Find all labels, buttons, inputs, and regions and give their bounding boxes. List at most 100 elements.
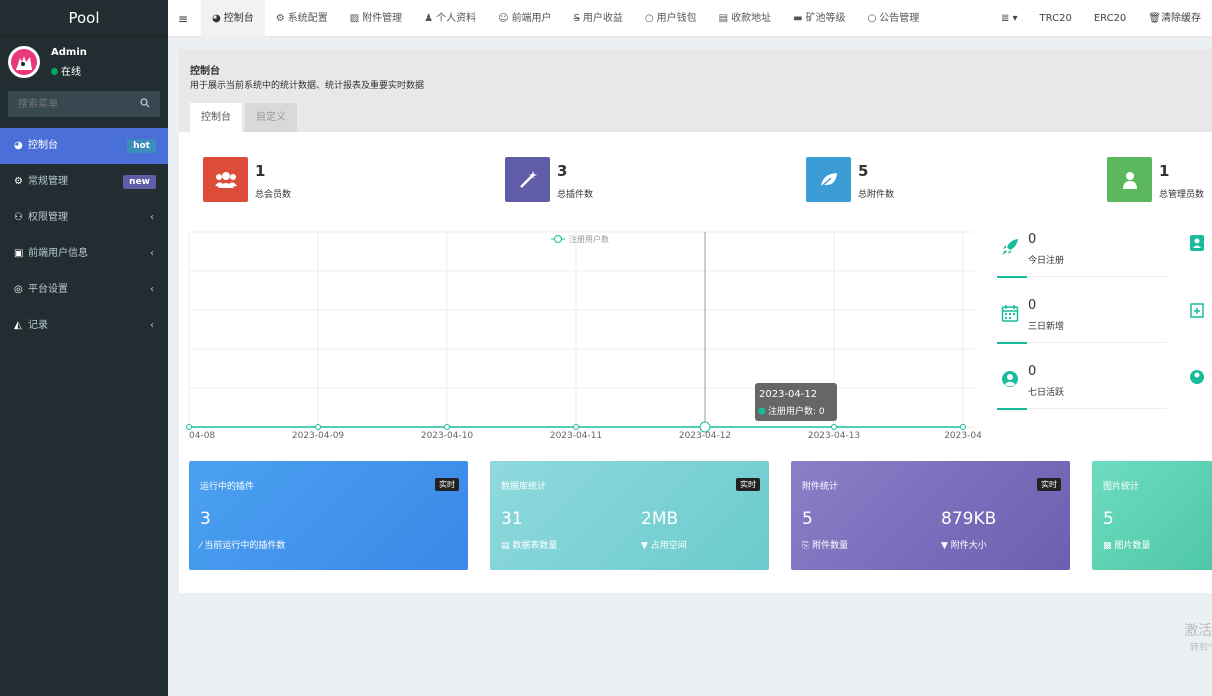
sidebar-item-label: 前端用户信息 (28, 248, 88, 259)
card-running-plugins: 运行中的插件 实时 3 ⁄ 当前运行中的插件数 (189, 461, 468, 570)
x-tick-label: 2023-04-10 (421, 431, 474, 441)
sidebar-item-frontend-users[interactable]: ▣ 前端用户信息 ‹ (0, 236, 168, 272)
stat-three-day-new: 0 三日新增 (997, 298, 1167, 358)
tab-receiving-address[interactable]: ▤ 收款地址 (708, 0, 782, 37)
registrations-chart[interactable]: 04-08 2023-04-09 2023-04-10 2023-04-11 2023-… (186, 231, 982, 444)
tab-label: 前端用户 (511, 13, 552, 24)
x-tick-label: 2023-04-13 (808, 431, 860, 441)
tab-user-earnings[interactable]: S̶ 用户收益 (563, 0, 634, 37)
circle-icon: ○ (644, 13, 654, 24)
trc20-link[interactable]: TRC20 (1029, 0, 1083, 37)
erc20-link[interactable]: ERC20 (1083, 0, 1137, 37)
realtime-badge: 实时 (1037, 478, 1061, 491)
stat-value: 1 (1159, 162, 1170, 180)
tab-label: 系统配置 (287, 13, 328, 24)
sidebar-item-label: 平台设置 (28, 284, 68, 295)
tab-label: 用户收益 (582, 13, 623, 24)
card-label: ▤ 数据表数量 (501, 538, 557, 551)
data-point (315, 424, 321, 430)
tab-custom[interactable]: 自定义 (245, 103, 297, 132)
card-title: 数据库统计 (501, 482, 547, 492)
sidebar-item-dashboard[interactable]: ◕ 控制台 hot (0, 128, 168, 164)
menu-toggle-icon[interactable]: ≡ (178, 12, 188, 26)
card-label-text: 附件数量 (812, 541, 849, 551)
chevron-left-icon: ‹ (150, 320, 154, 331)
tab-system-config[interactable]: ⚙ 系统配置 (265, 0, 339, 37)
card-label-text: 图片数量 (1114, 541, 1151, 551)
sidebar-item-general[interactable]: ⚙ 常规管理 new (0, 164, 168, 200)
stat-partial-col (1190, 369, 1212, 429)
tab-profile[interactable]: ♟ 个人资料 (413, 0, 487, 37)
card-label: ▩ 图片数量 (1103, 538, 1150, 551)
card-image-stats: 图片统计 5 ▩ 图片数量 (1092, 461, 1212, 570)
right-nav: ≣ ▾ TRC20 ERC20 🗑清除缓存 (990, 0, 1212, 37)
card-value-2: 879KB (941, 509, 997, 529)
calendar-plus-icon (1190, 303, 1204, 318)
dashboard-icon: ◕ (212, 13, 221, 24)
data-point (960, 424, 966, 430)
search-icon[interactable] (140, 98, 150, 108)
card-database-stats: 数据库统计 实时 31 ▤ 数据表数量 2MB ▼ 占用空间 (490, 461, 769, 570)
copy-icon: ⎘ (802, 541, 813, 551)
card-title: 运行中的插件 (200, 482, 255, 492)
x-tick-label: 2023-04 (944, 431, 982, 441)
panel-tabs: 控制台 自定义 (190, 103, 300, 132)
divider (997, 342, 1167, 344)
card-value: 31 (501, 509, 523, 529)
tab-dashboard[interactable]: ◕ 控制台 (201, 0, 265, 37)
tab-frontend-users[interactable]: ☺ 前端用户 (487, 0, 562, 37)
data-point (573, 424, 579, 430)
user-circle-icon (1002, 371, 1018, 387)
sidebar-search (8, 91, 160, 117)
card-attachment-stats: 附件统计 实时 5 ⎘ 附件数量 879KB ▼ 附件大小 (791, 461, 1070, 570)
sidebar-item-records[interactable]: ◭ 记录 ‹ (0, 308, 168, 344)
legend-marker (554, 235, 562, 243)
rocket-icon (1002, 239, 1018, 255)
sidebar: Pool Admin 在线 ◕ 控制台 hot ⚙ 常规管理 new ⚇ 权限管理 ‹ (0, 0, 168, 696)
legend-label: 注册用户数 (569, 234, 609, 244)
stat-partial-col (1190, 235, 1212, 295)
sidebar-item-permissions[interactable]: ⚇ 权限管理 ‹ (0, 200, 168, 236)
stat-value: 3 (557, 162, 568, 180)
stat-icon-box (203, 157, 248, 202)
tab-user-wallet[interactable]: ○ 用户钱包 (634, 0, 708, 37)
card-label-2: ▼ 占用空间 (641, 538, 687, 551)
sidebar-item-platform-settings[interactable]: ◎ 平台设置 ‹ (0, 272, 168, 308)
search-input[interactable] (8, 91, 133, 117)
stat-label: 总附件数 (858, 190, 895, 200)
tab-console[interactable]: 控制台 (190, 103, 242, 132)
tooltip-dot (758, 407, 766, 415)
strike-icon: S̶ (573, 13, 580, 24)
user-box-icon: ▣ (14, 248, 24, 259)
data-point (831, 424, 837, 430)
card-title: 图片统计 (1103, 482, 1140, 492)
app-logo[interactable]: Pool (0, 0, 168, 37)
users-icon (214, 171, 237, 188)
chevron-left-icon: ‹ (150, 212, 154, 223)
panel-header: 控制台 用于展示当前系统中的统计数据、统计报表及重要实时数据 控制台 自定义 (179, 49, 1212, 132)
user-name: Admin (51, 47, 87, 58)
leaf-icon (819, 172, 837, 188)
group-icon: ⚇ (14, 212, 23, 223)
online-dot-icon (51, 68, 58, 75)
sidebar-menu: ◕ 控制台 hot ⚙ 常规管理 new ⚇ 权限管理 ‹ ▣ 前端用户信息 ‹ ◎ 平台… (0, 128, 168, 344)
nav-tabs: ◕ 控制台 ⚙ 系统配置 ▨ 附件管理 ♟ 个人资料 ☺ 前端用户 S̶ 用户收益 ○ 用户钱… (201, 0, 930, 37)
tab-attachments[interactable]: ▨ 附件管理 (339, 0, 413, 37)
stat-label: 总插件数 (557, 190, 594, 200)
stat-label: 总管理员数 (1159, 190, 1205, 200)
stat-label: 七日活跃 (1028, 388, 1065, 398)
realtime-badge: 实时 (736, 478, 760, 491)
more-menu-button[interactable]: ≣ ▾ (990, 0, 1029, 37)
clear-cache-button[interactable]: 🗑清除缓存 (1137, 0, 1212, 37)
filter-icon: ▼ (941, 541, 951, 551)
area-chart-icon: ◭ (14, 320, 22, 331)
tab-announcements[interactable]: ○ 公告管理 (857, 0, 931, 37)
tab-pool-level[interactable]: ▬ 矿池等级 (782, 0, 856, 37)
tab-label: 个人资料 (436, 13, 477, 24)
stat-icon-box (806, 157, 851, 202)
stat-value: 5 (858, 162, 869, 180)
page-subtitle: 用于展示当前系统中的统计数据、统计报表及重要实时数据 (190, 81, 425, 91)
user-panel: Admin 在线 (0, 37, 168, 87)
sidebar-item-label: 权限管理 (28, 212, 68, 223)
file-image-icon: ▨ (349, 13, 360, 24)
